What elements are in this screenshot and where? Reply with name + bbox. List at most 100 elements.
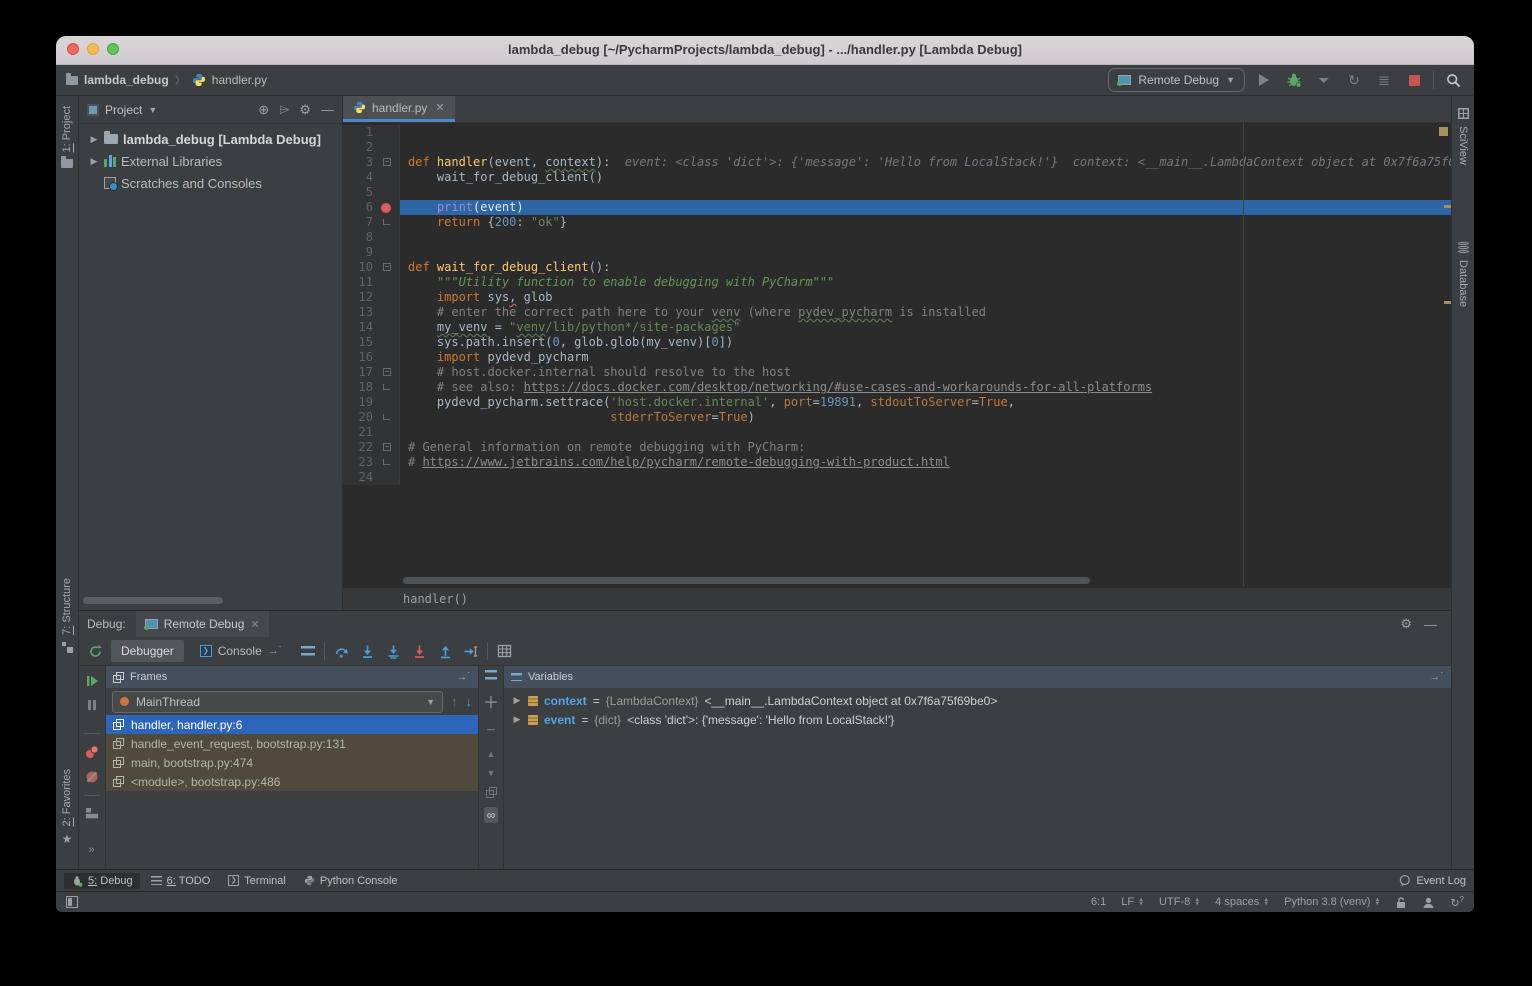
caret-position[interactable]: 6:1 — [1091, 896, 1106, 908]
new-watch-button[interactable]: ＋ — [483, 689, 499, 713]
force-step-into-button[interactable] — [409, 641, 429, 661]
gutter-fold-column[interactable] — [377, 425, 400, 440]
code-line-7[interactable]: 7 return {200: "ok"} — [343, 215, 1451, 230]
code-line-20[interactable]: 20 stderrToServer=True) — [343, 410, 1451, 425]
close-tab-icon[interactable]: ✕ — [435, 101, 444, 114]
gutter-fold-column[interactable] — [377, 155, 400, 170]
gutter-fold-column[interactable] — [377, 365, 400, 380]
gutter-fold-column[interactable] — [377, 440, 400, 455]
breadcrumb-file[interactable]: handler.py — [212, 73, 267, 87]
fold-open-icon[interactable] — [383, 158, 391, 166]
hamburger-icon[interactable] — [485, 670, 497, 680]
remove-watch-button[interactable]: − — [486, 722, 495, 740]
gutter-fold-column[interactable] — [377, 455, 400, 470]
tree-item-external-libraries[interactable]: ▶ External Libraries — [79, 150, 342, 172]
encoding-selector[interactable]: UTF-8▲▼ — [1159, 896, 1200, 908]
close-session-icon[interactable]: ✕ — [250, 618, 259, 631]
tree-item-project-root[interactable]: ▶ lambda_debug [Lambda Debug] — [79, 128, 342, 150]
hide-panel-icon[interactable]: — — [1424, 617, 1437, 632]
code-line-12[interactable]: 12 import sys, glob — [343, 290, 1451, 305]
code-line-13[interactable]: 13 # enter the correct path here to your… — [343, 305, 1451, 320]
toolwindow-tab-structure[interactable]: 7: Structure — [56, 578, 78, 653]
pause-button[interactable] — [86, 699, 98, 711]
code-line-17[interactable]: 17 # host.docker.internal should resolve… — [343, 365, 1451, 380]
gutter-fold-column[interactable] — [377, 335, 400, 350]
chevron-right-icon[interactable]: ▶ — [89, 134, 99, 145]
fold-end-icon[interactable] — [383, 384, 390, 390]
fold-end-icon[interactable] — [383, 219, 390, 225]
code-line-5[interactable]: 5 — [343, 185, 1451, 200]
collapse-all-icon[interactable]: ⌲ — [279, 102, 289, 118]
gutter-fold-column[interactable] — [377, 125, 400, 140]
copy-icon[interactable] — [486, 787, 497, 798]
chevron-down-icon[interactable]: ▼ — [148, 105, 157, 115]
locate-file-icon[interactable]: ⊕ — [258, 102, 269, 118]
error-stripe-mark[interactable] — [1444, 205, 1451, 208]
concurrency-button[interactable]: ≣ — [1373, 69, 1395, 91]
toolwindow-tab-terminal[interactable]: ❯ Terminal — [221, 873, 293, 889]
thread-selector[interactable]: MainThread ▼ — [112, 691, 443, 713]
breadcrumb-project[interactable]: lambda_debug — [84, 73, 169, 87]
indent-selector[interactable]: 4 spaces▲▼ — [1215, 896, 1269, 908]
code-line-14[interactable]: 14 my_venv = "venv/lib/python*/site-pack… — [343, 320, 1451, 335]
code-line-15[interactable]: 15 sys.path.insert(0, glob.glob(my_venv)… — [343, 335, 1451, 350]
code-line-4[interactable]: 4 wait_for_debug_client() — [343, 170, 1451, 185]
gutter-fold-column[interactable] — [377, 275, 400, 290]
code-line-18[interactable]: 18 # see also: https://docs.docker.com/d… — [343, 380, 1451, 395]
breakpoint-dot[interactable] — [381, 203, 391, 213]
frame-row[interactable]: <module>, bootstrap.py:486 — [106, 772, 478, 791]
gutter-fold-column[interactable] — [377, 395, 400, 410]
toolwindow-tab-todo[interactable]: 6: TODO — [144, 873, 218, 889]
frame-row[interactable]: main, bootstrap.py:474 — [106, 753, 478, 772]
code-line-2[interactable]: 2 — [343, 140, 1451, 155]
stop-button[interactable] — [1403, 69, 1425, 91]
code-line-9[interactable]: 9 — [343, 245, 1451, 260]
debug-button[interactable] — [1283, 69, 1305, 91]
run-config-selector[interactable]: Remote Debug ▼ — [1108, 68, 1245, 92]
editor-horizontal-scrollbar[interactable] — [403, 577, 1090, 584]
view-breakpoints-button[interactable] — [85, 745, 99, 759]
toolwindow-tab-project[interactable]: 1: Project — [56, 106, 78, 168]
code-line-23[interactable]: 23# https://www.jetbrains.com/help/pycha… — [343, 455, 1451, 470]
pin-icon[interactable]: →˙ — [1429, 671, 1444, 683]
step-over-button[interactable] — [331, 641, 351, 661]
gear-icon[interactable]: ⚙ — [1400, 616, 1412, 632]
chevron-right-icon[interactable]: ▶ — [512, 695, 522, 706]
code-line-10[interactable]: 10def wait_for_debug_client(): — [343, 260, 1451, 275]
tab-debugger[interactable]: Debugger — [111, 640, 184, 662]
project-horizontal-scrollbar[interactable] — [83, 597, 223, 604]
code-line-22[interactable]: 22# General information on remote debugg… — [343, 440, 1451, 455]
evaluate-expression-button[interactable] — [494, 641, 514, 661]
gutter-fold-column[interactable] — [377, 290, 400, 305]
gutter-fold-column[interactable] — [377, 380, 400, 395]
run-button[interactable] — [1253, 69, 1275, 91]
gutter-fold-column[interactable] — [377, 305, 400, 320]
move-down-button[interactable]: ▼ — [487, 768, 496, 778]
interpreter-selector[interactable]: Python 3.8 (venv)▲▼ — [1284, 896, 1380, 908]
run-to-cursor-button[interactable] — [461, 641, 481, 661]
code-line-3[interactable]: 3def handler(event, context): event: <cl… — [343, 155, 1451, 170]
event-log-button[interactable]: Event Log — [1398, 874, 1466, 887]
gutter-fold-column[interactable] — [377, 185, 400, 200]
restore-layout-button[interactable] — [85, 807, 99, 819]
code-line-6[interactable]: 6 print(event) — [343, 200, 1451, 215]
search-everywhere-button[interactable] — [1442, 69, 1464, 91]
profile-button[interactable]: ⏷ — [1313, 69, 1335, 91]
gutter-fold-column[interactable] — [377, 230, 400, 245]
toolwindow-tab-favorites[interactable]: 2: Favorites ★ — [56, 769, 78, 845]
gutter-fold-column[interactable] — [377, 215, 400, 230]
fold-open-icon[interactable] — [383, 263, 391, 271]
frame-row[interactable]: handler, handler.py:6 — [106, 715, 478, 734]
code-line-16[interactable]: 16 import pydevd_pycharm — [343, 350, 1451, 365]
gutter-fold-column[interactable] — [377, 320, 400, 335]
step-into-my-code-button[interactable] — [383, 641, 403, 661]
error-stripe-mark[interactable] — [1439, 127, 1448, 136]
toolwindow-tab-database[interactable]: Database — [1452, 242, 1474, 307]
code-line-11[interactable]: 11 """Utility function to enable debuggi… — [343, 275, 1451, 290]
line-separator-selector[interactable]: LF▲▼ — [1121, 896, 1144, 908]
code-line-1[interactable]: 1 — [343, 125, 1451, 140]
gutter-fold-column[interactable] — [377, 200, 400, 215]
previous-frame-button[interactable]: ↑ — [451, 695, 458, 708]
code-line-19[interactable]: 19 pydevd_pycharm.settrace('host.docker.… — [343, 395, 1451, 410]
fold-open-icon[interactable] — [383, 443, 391, 451]
